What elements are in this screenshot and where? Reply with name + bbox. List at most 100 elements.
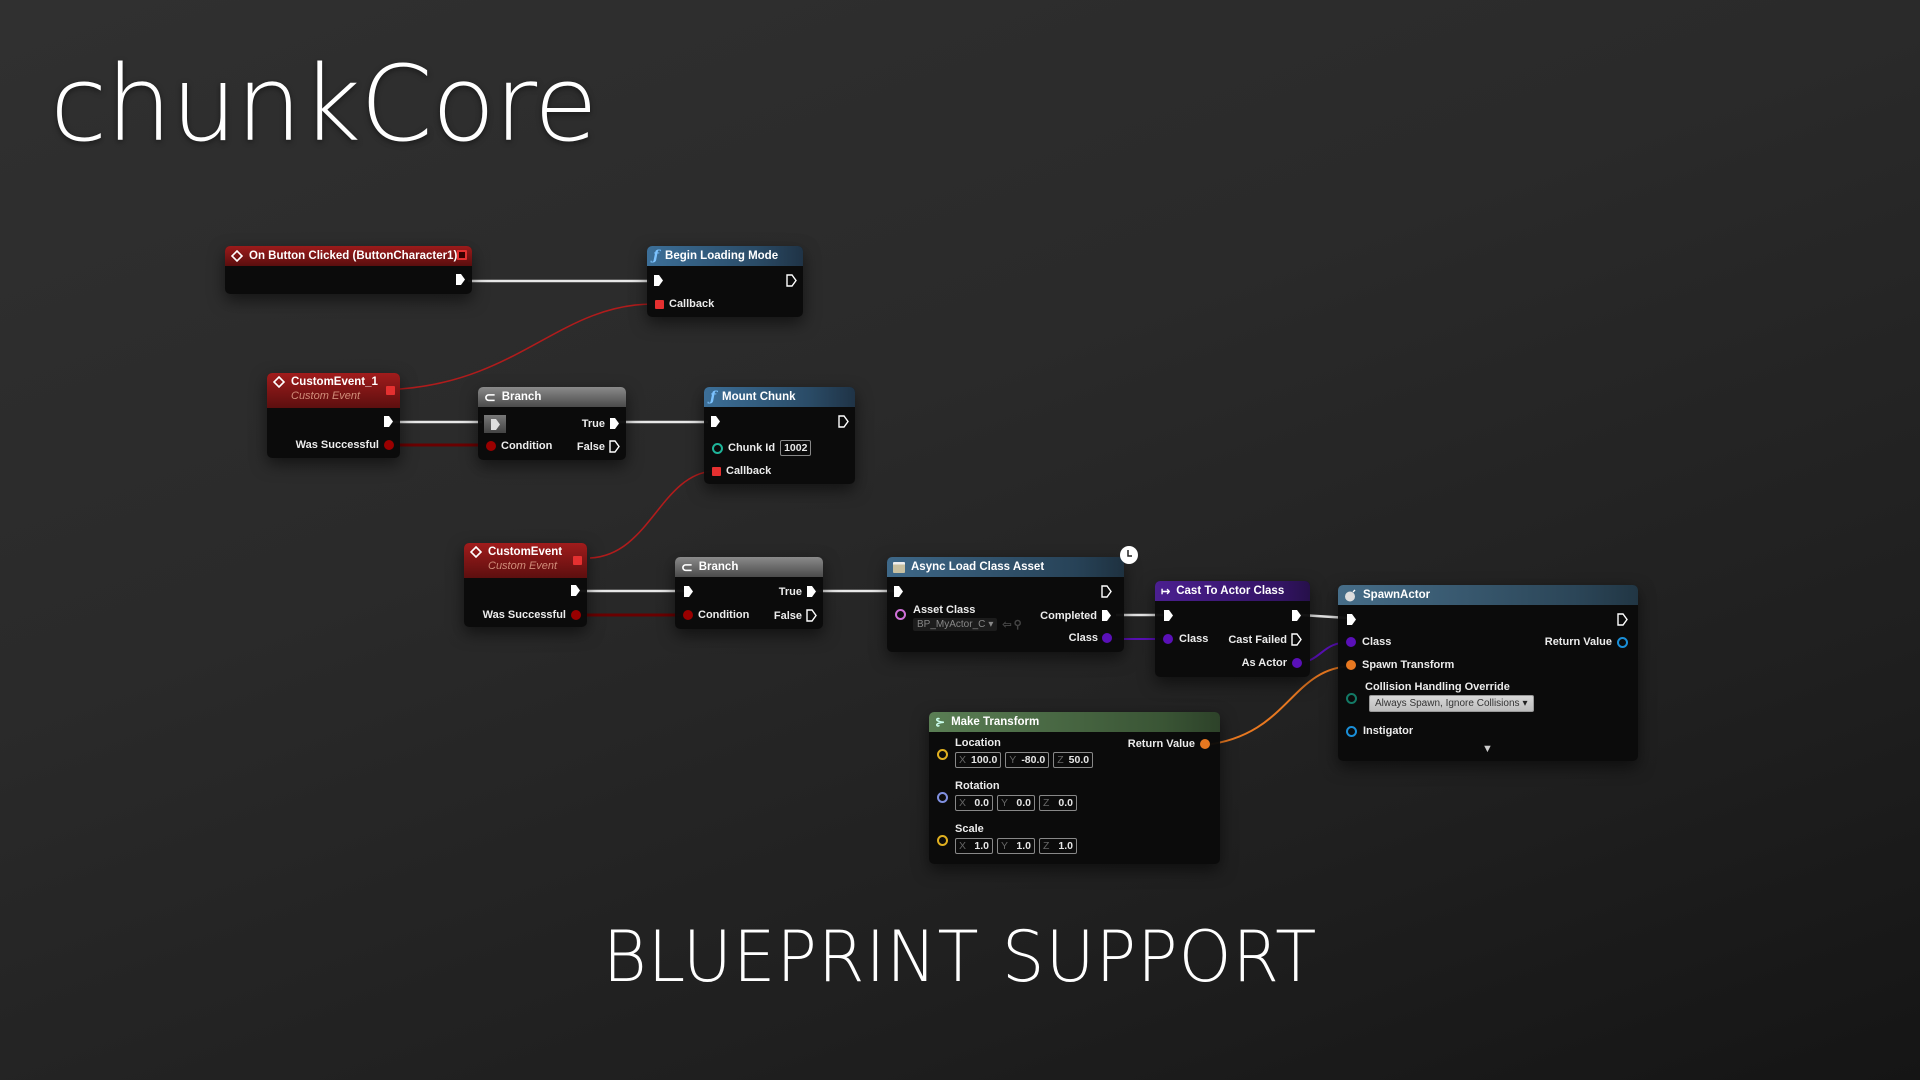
exec-out-pin[interactable] <box>455 273 466 286</box>
exec-pin-icon <box>1292 610 1301 621</box>
exec-out-pin[interactable] <box>1291 609 1302 622</box>
scale-z-input[interactable]: Z 1.0 <box>1039 838 1077 854</box>
chevron-down-icon: ▾ <box>988 619 994 630</box>
exec-in-pin[interactable] <box>1346 613 1357 626</box>
node-cast-to-actor-class[interactable]: ↦ Cast To Actor Class Class Cast Failed … <box>1155 581 1310 677</box>
location-y-input[interactable]: Y -80.0 <box>1005 752 1050 768</box>
scale-pin[interactable] <box>937 835 948 846</box>
was-successful-pin[interactable]: Was Successful <box>483 609 581 621</box>
node-on-button-clicked[interactable]: On Button Clicked (ButtonCharacter1) <box>225 246 472 294</box>
transform-pin-icon <box>1200 739 1210 749</box>
cast-failed-pin[interactable]: Cast Failed <box>1228 633 1302 646</box>
asset-class-dropdown[interactable]: BP_MyActor_C ▾ <box>913 618 998 631</box>
axis-label: X <box>959 754 967 766</box>
exec-pin-icon <box>1102 610 1111 621</box>
node-async-load-class-asset[interactable]: Async Load Class Asset Asset Class BP_My… <box>887 546 1138 652</box>
exec-pin-icon <box>490 418 500 430</box>
exec-pin-icon <box>1164 610 1173 621</box>
chunk-id-pin[interactable]: Chunk Id 1002 <box>712 440 812 456</box>
location-pin[interactable] <box>937 749 948 760</box>
node-header: ƒ Mount Chunk <box>704 387 855 407</box>
browse-search-icon[interactable]: ⚲ <box>1014 618 1022 631</box>
rotation-x-input[interactable]: X 0.0 <box>955 795 993 811</box>
pin-label: Completed <box>1040 609 1097 622</box>
pin-label: Instigator <box>1363 725 1414 737</box>
exec-in-pin[interactable] <box>893 585 904 598</box>
instigator-pin[interactable]: Instigator <box>1346 725 1413 737</box>
exec-out-pin[interactable] <box>570 584 581 597</box>
pin-label: Asset Class <box>913 604 976 616</box>
node-header: CustomEvent_1 Custom Event <box>267 373 400 408</box>
int-pin-icon <box>712 442 723 454</box>
exec-out-pin[interactable] <box>786 274 797 287</box>
delegate-pin[interactable] <box>386 386 395 395</box>
exec-in-pin[interactable] <box>683 585 694 598</box>
branch-icon: ⊂ <box>681 558 693 575</box>
location-z-input[interactable]: Z 50.0 <box>1053 752 1094 768</box>
class-in-pin[interactable]: Class <box>1346 636 1391 648</box>
true-pin[interactable]: True <box>582 417 620 430</box>
spawn-transform-pin[interactable]: Spawn Transform <box>1346 659 1454 671</box>
exec-in-pin[interactable] <box>653 274 664 287</box>
class-in-pin[interactable]: Class <box>1163 633 1208 645</box>
pin-label: Location <box>955 737 1001 749</box>
node-subtitle: Custom Event <box>488 560 558 572</box>
node-custom-event-1[interactable]: CustomEvent_1 Custom Event Was Successfu… <box>267 373 400 458</box>
false-pin[interactable]: False <box>774 609 817 622</box>
location-x-input[interactable]: X 100.0 <box>955 752 1002 768</box>
exec-out-pin[interactable] <box>1617 613 1628 626</box>
rotation-pin[interactable] <box>937 792 948 803</box>
return-value-pin[interactable]: Return Value <box>1545 636 1628 648</box>
condition-pin[interactable]: Condition <box>486 440 552 452</box>
expand-arrow-icon[interactable]: ▼ <box>1482 743 1493 755</box>
delegate-pin[interactable] <box>457 250 467 260</box>
return-value-pin[interactable]: Return Value <box>1128 738 1210 750</box>
was-successful-pin[interactable]: Was Successful <box>296 439 394 451</box>
chunk-id-input[interactable]: 1002 <box>780 440 812 456</box>
node-header: ⊱ Make Transform <box>929 712 1220 732</box>
exec-out-pin[interactable] <box>383 415 394 428</box>
exec-out-pin[interactable] <box>838 415 849 428</box>
completed-pin[interactable]: Completed <box>1040 609 1112 622</box>
exec-pin-icon <box>654 275 663 286</box>
node-branch-2[interactable]: ⊂ Branch True Condition False <box>675 557 823 629</box>
rotation-y-input[interactable]: Y 0.0 <box>997 795 1035 811</box>
axis-label: Z <box>1057 754 1064 766</box>
delegate-pin[interactable] <box>573 556 582 565</box>
scale-x-input[interactable]: X 1.0 <box>955 838 993 854</box>
class-out-pin[interactable]: Class <box>1069 632 1112 644</box>
pin-label: Scale <box>955 823 984 835</box>
node-mount-chunk[interactable]: ƒ Mount Chunk Chunk Id 1002 Callback <box>704 387 855 484</box>
rotation-field: Rotation X 0.0 Y 0.0 Z 0.0 <box>955 780 1077 811</box>
scale-y-input[interactable]: Y 1.0 <box>997 838 1035 854</box>
pin-label: False <box>576 440 605 453</box>
node-title: Branch <box>698 561 739 573</box>
node-begin-loading-mode[interactable]: ƒ Begin Loading Mode Callback <box>647 246 803 317</box>
exec-out-pin[interactable] <box>1101 585 1112 598</box>
collision-value: Always Spawn, Ignore Collisions <box>1375 698 1520 709</box>
axis-label: Y <box>1001 840 1009 852</box>
exec-in-pin[interactable] <box>710 415 721 428</box>
rotation-z-input[interactable]: Z 0.0 <box>1039 795 1077 811</box>
collision-dropdown[interactable]: Always Spawn, Ignore Collisions ▾ <box>1369 695 1534 712</box>
node-spawn-actor[interactable]: SpawnActor Class Return Value Spawn Tran… <box>1338 585 1638 761</box>
collision-pin[interactable] <box>1346 693 1357 704</box>
callback-pin[interactable]: Callback <box>655 298 714 310</box>
exec-in-pin[interactable] <box>1163 609 1174 622</box>
as-actor-pin[interactable]: As Actor <box>1242 657 1302 669</box>
use-selected-arrow-icon[interactable]: ⇦ <box>1002 618 1011 631</box>
node-make-transform[interactable]: ⊱ Make Transform Return Value Location X… <box>929 712 1220 864</box>
exec-pin-icon <box>806 609 817 622</box>
exec-in-pin[interactable] <box>484 415 506 433</box>
false-pin[interactable]: False <box>577 440 620 453</box>
axis-value: 50.0 <box>1068 754 1090 766</box>
pin-label: Collision Handling Override <box>1365 681 1510 693</box>
callback-pin[interactable]: Callback <box>712 465 771 477</box>
node-header: ⊂ Branch <box>675 557 823 577</box>
true-pin[interactable]: True <box>779 585 817 598</box>
asset-class-pin[interactable] <box>895 609 906 620</box>
node-custom-event[interactable]: CustomEvent Custom Event Was Successful <box>464 543 587 627</box>
condition-pin[interactable]: Condition <box>683 609 749 621</box>
node-title: Branch <box>501 391 542 403</box>
node-branch-1[interactable]: ⊂ Branch True Condition False <box>478 387 626 460</box>
